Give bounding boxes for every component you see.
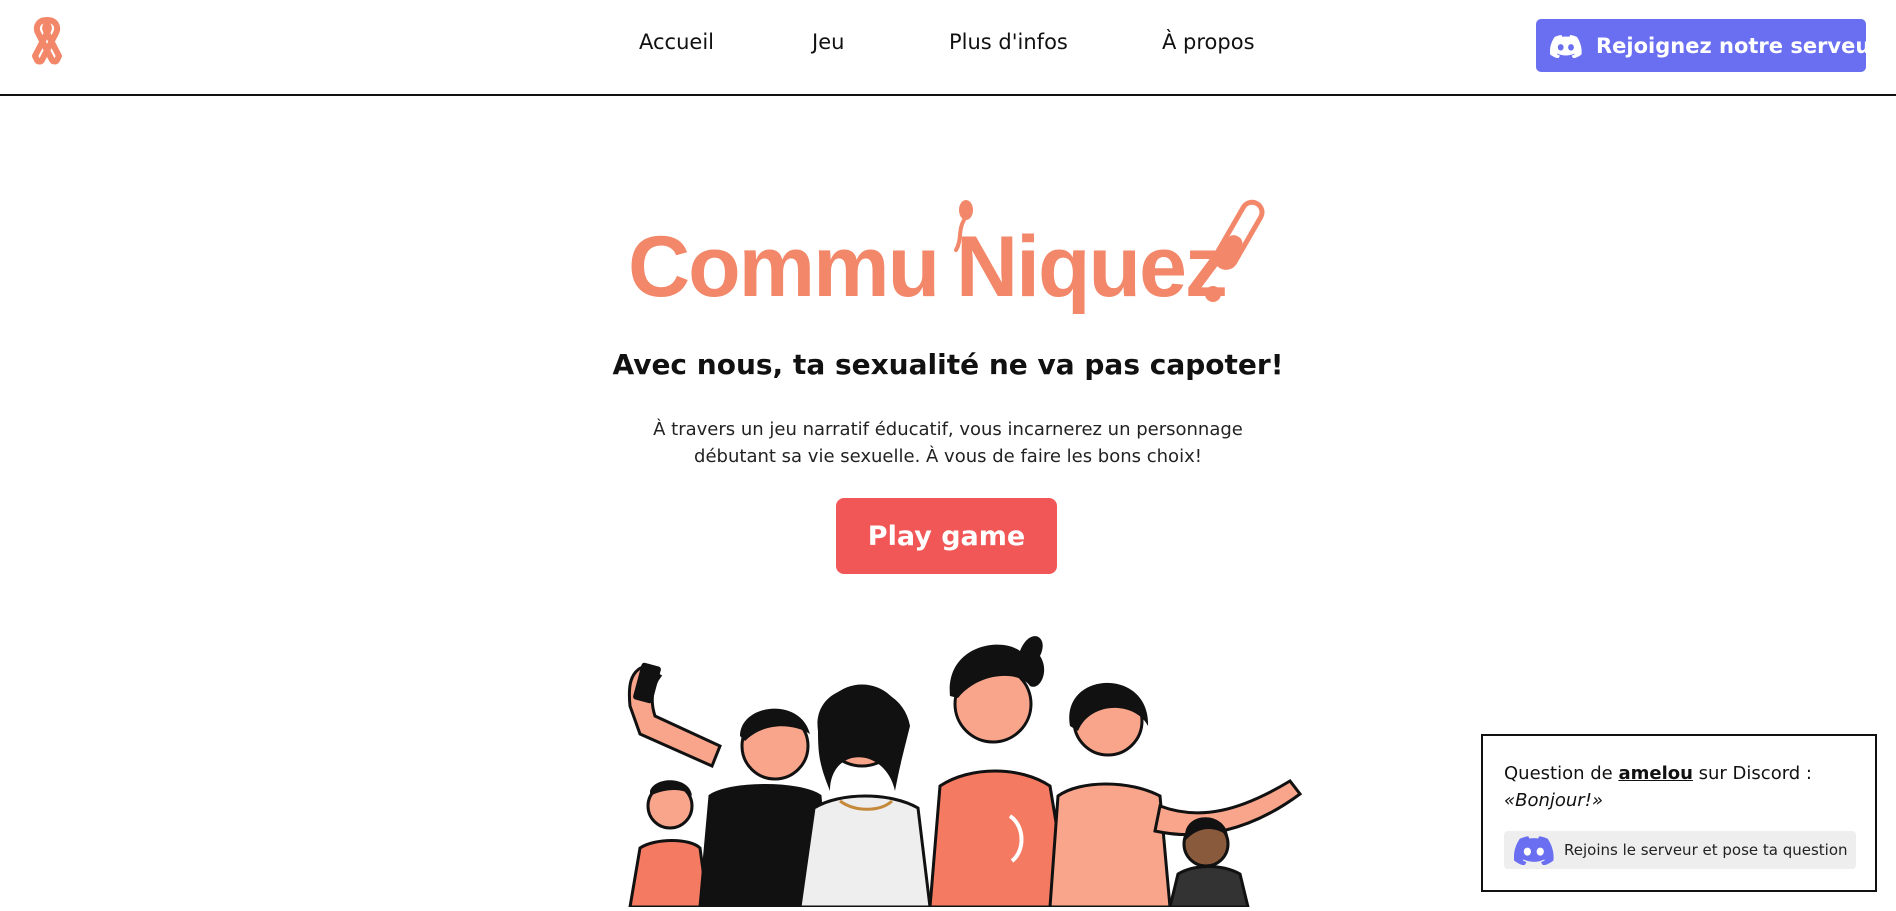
svg-text:Commu: Commu [628, 219, 938, 315]
question-text: Question de amelou sur Discord : «Bonjou… [1504, 760, 1812, 814]
join-server-label: Rejoignez notre serveur! [1596, 33, 1891, 58]
intro-line-2: débutant sa vie sexuelle. À vous de fair… [694, 446, 1202, 467]
hero-tagline: Avec nous, ta sexualité ne va pas capote… [612, 348, 1284, 381]
question-suffix: sur Discord : [1692, 763, 1812, 784]
question-user-link[interactable]: amelou [1618, 763, 1692, 784]
join-and-ask-label: Rejoins le serveur et pose ta question [1564, 841, 1848, 859]
join-server-button[interactable]: Rejoignez notre serveur! [1536, 19, 1890, 72]
discord-icon [1549, 34, 1582, 58]
group-selfie-illustration [600, 616, 1320, 909]
svg-text:Niquez: Niquez [956, 219, 1226, 315]
top-navbar: Accueil Jeu Plus d'infos À propos Rejoig… [0, 0, 1896, 96]
discord-question-card: Question de amelou sur Discord : «Bonjou… [1481, 734, 1877, 892]
nav-accueil[interactable]: Accueil [639, 30, 714, 54]
nav-jeu[interactable]: Jeu [812, 30, 844, 54]
hero-intro: À travers un jeu narratif éducatif, vous… [0, 416, 1896, 470]
discord-icon [1513, 835, 1554, 866]
communiquez-logo: Commu Niquez [628, 196, 1268, 326]
nav-a-propos[interactable]: À propos [1162, 30, 1255, 54]
intro-line-1: À travers un jeu narratif éducatif, vous… [653, 419, 1243, 440]
join-and-ask-button[interactable]: Rejoins le serveur et pose ta question [1504, 831, 1856, 869]
nav-plus-infos[interactable]: Plus d'infos [949, 30, 1068, 54]
question-quote: «Bonjour!» [1504, 790, 1604, 811]
question-prefix: Question de [1504, 763, 1619, 784]
play-game-button[interactable]: Play game [836, 498, 1057, 574]
